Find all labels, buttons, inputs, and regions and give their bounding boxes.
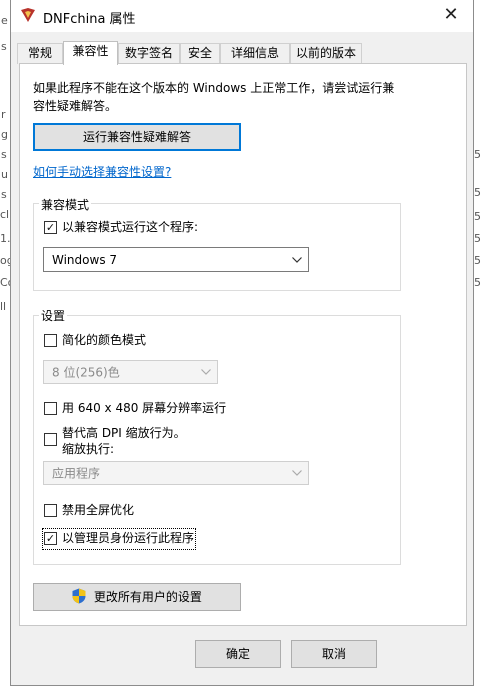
bg-text: r — [1, 108, 6, 121]
change-all-users-label: 更改所有用户的设置 — [93, 590, 202, 604]
color-depth-select[interactable]: 8 位(256)色 — [43, 360, 218, 384]
bg-text: u — [1, 168, 8, 181]
checkbox[interactable] — [44, 334, 57, 347]
tab-compatibility[interactable]: 兼容性 — [63, 41, 118, 65]
compat-mode-label: 以兼容模式运行这个程序: — [62, 220, 199, 234]
reduced-color-checkbox[interactable]: 简化的颜色模式 — [44, 332, 264, 350]
close-icon: ✕ — [443, 4, 459, 25]
dpi-override-sublabel: 缩放执行: — [62, 442, 115, 456]
bg-text: cl — [0, 208, 10, 221]
troubleshooter-button[interactable]: 运行兼容性疑难解答 — [33, 123, 241, 151]
bg-text: 5 — [474, 276, 481, 289]
compat-mode-group-label: 兼容模式 — [39, 196, 92, 213]
checkbox[interactable]: ✓ — [44, 221, 57, 234]
bg-text: 5 — [474, 232, 481, 245]
tab-digital-signatures[interactable]: 数字签名 — [118, 43, 180, 64]
dpi-scaling-select[interactable]: 应用程序 — [43, 461, 309, 485]
bg-text: s — [1, 40, 7, 53]
dpi-scaling-value: 应用程序 — [52, 466, 101, 481]
tab-security[interactable]: 安全 — [180, 43, 220, 64]
bg-text: e — [1, 14, 8, 27]
intro-line: 如果此程序不能在这个版本的 Windows 上正常工作，请尝试运行兼 — [33, 81, 395, 95]
checkmark-icon: ✓ — [45, 532, 56, 545]
change-all-users-button[interactable]: 更改所有用户的设置 — [33, 583, 241, 611]
checkbox[interactable]: ✓ — [44, 532, 57, 545]
uac-shield-icon — [72, 588, 86, 604]
close-button[interactable]: ✕ — [429, 0, 473, 32]
intro-text: 如果此程序不能在这个版本的 Windows 上正常工作，请尝试运行兼 容性疑难解… — [33, 79, 453, 115]
resolution-640-label: 用 640 x 480 屏幕分辨率运行 — [62, 401, 227, 415]
tab-previous-versions[interactable]: 以前的版本 — [290, 43, 362, 64]
disable-fullscreen-checkbox[interactable]: 禁用全屏优化 — [44, 502, 244, 520]
title-bar[interactable]: DNFchina 属性 ✕ — [11, 0, 473, 32]
settings-group-label: 设置 — [39, 307, 68, 324]
properties-dialog: DNFchina 属性 ✕ 常规 兼容性 数字签名 安全 详细信息 以前的版本 … — [10, 0, 474, 686]
chevron-down-icon — [292, 256, 302, 263]
color-depth-value: 8 位(256)色 — [52, 365, 120, 380]
resolution-640-checkbox[interactable]: 用 640 x 480 屏幕分辨率运行 — [44, 400, 344, 418]
window-title: DNFchina 属性 — [43, 12, 136, 27]
compat-mode-checkbox[interactable]: ✓ 以兼容模式运行这个程序: — [44, 219, 344, 237]
bg-text: s — [1, 188, 7, 201]
chevron-down-icon — [201, 369, 211, 375]
bg-text: 5 — [474, 148, 481, 161]
intro-line: 容性疑难解答。 — [33, 99, 118, 113]
dpi-override-checkbox[interactable]: 替代高 DPI 缩放行为。 缩放执行: — [44, 425, 344, 461]
run-as-admin-checkbox[interactable]: ✓ 以管理员身份运行此程序 — [42, 528, 196, 550]
manual-settings-link[interactable]: 如何手动选择兼容性设置? — [33, 163, 171, 180]
bg-text: g — [1, 128, 8, 141]
os-version-select[interactable]: Windows 7 — [43, 247, 309, 272]
checkmark-icon: ✓ — [45, 221, 56, 234]
checkbox[interactable] — [44, 433, 57, 446]
app-icon — [21, 8, 35, 22]
tab-details[interactable]: 详细信息 — [220, 43, 290, 64]
checkbox[interactable] — [44, 402, 57, 415]
bg-text: 5 — [474, 210, 481, 223]
bg-text: 1. — [0, 232, 11, 245]
bg-text: s — [1, 148, 7, 161]
reduced-color-label: 简化的颜色模式 — [62, 333, 147, 347]
bg-text: 5 — [474, 254, 481, 267]
run-as-admin-label: 以管理员身份运行此程序 — [62, 531, 195, 545]
bg-text: 5 — [474, 186, 481, 199]
checkbox[interactable] — [44, 504, 57, 517]
chevron-down-icon — [292, 470, 302, 476]
tab-general[interactable]: 常规 — [17, 43, 63, 64]
dpi-override-label: 替代高 DPI 缩放行为。 — [62, 426, 186, 440]
ok-button[interactable]: 确定 — [195, 640, 281, 668]
cancel-button[interactable]: 取消 — [291, 640, 377, 668]
bg-text: ll — [0, 300, 7, 313]
disable-fullscreen-label: 禁用全屏优化 — [62, 503, 135, 517]
os-version-value: Windows 7 — [52, 252, 118, 267]
